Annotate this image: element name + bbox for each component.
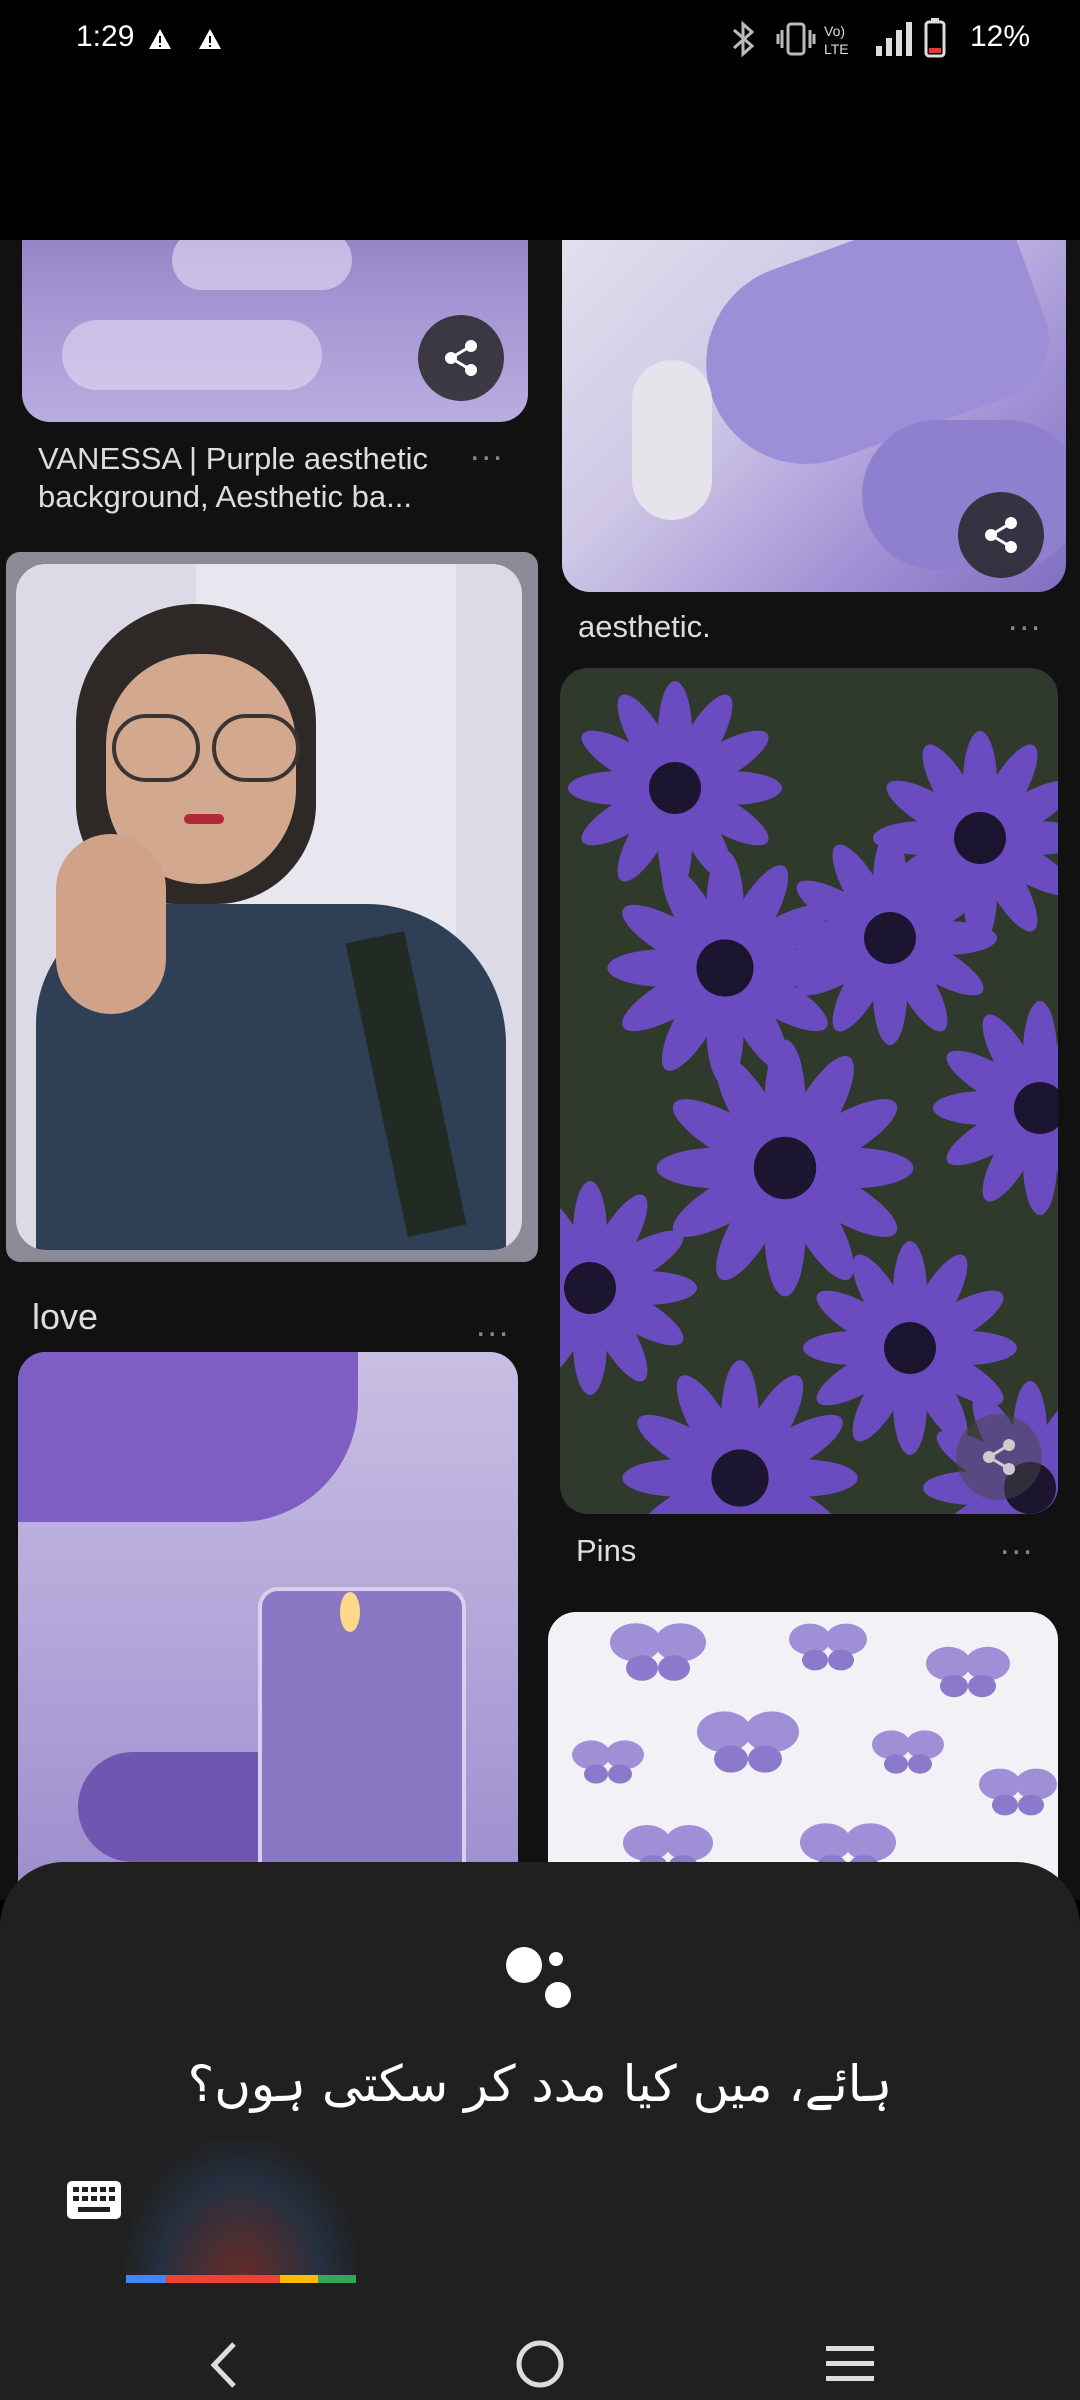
assistant-bar-yellow <box>280 2275 318 2283</box>
daisies-artwork <box>560 681 1058 1514</box>
assistant-prompt: ہائے، میں کیا مدد کر سکتی ہوں؟ <box>187 2055 893 2113</box>
pin-image-candle[interactable] <box>18 1352 518 1900</box>
share-button[interactable] <box>956 1414 1042 1500</box>
assistant-glow <box>126 2140 356 2280</box>
more-options-button[interactable]: ... <box>1008 600 1042 639</box>
warning-icon <box>199 29 221 49</box>
pin-title[interactable]: love <box>32 1298 98 1336</box>
assistant-bar-green <box>318 2275 356 2283</box>
pin-image-clouds[interactable] <box>22 240 528 422</box>
more-options-button[interactable]: ... <box>1000 1524 1034 1563</box>
volte-icon: Vo) LTE <box>824 23 849 57</box>
more-options-button[interactable]: ... <box>476 1306 510 1345</box>
battery-icon <box>924 18 946 58</box>
share-button[interactable] <box>418 315 504 401</box>
pin-image-portrait[interactable] <box>6 552 538 1262</box>
pin-title[interactable]: VANESSA | Purple aesthetic background, A… <box>38 440 478 516</box>
more-options-button[interactable]: ... <box>470 430 504 469</box>
pin-title[interactable]: Pins <box>576 1532 636 1570</box>
bluetooth-icon <box>733 20 755 58</box>
pin-image-shoes[interactable] <box>562 240 1066 592</box>
recents-icon[interactable] <box>824 2344 876 2384</box>
battery-percent: 12% <box>969 20 1030 53</box>
signal-icon <box>876 22 912 56</box>
assistant-bar-red <box>166 2275 280 2283</box>
svg-text:Vo): Vo) <box>824 23 845 39</box>
share-icon <box>985 517 1017 553</box>
assistant-bar-blue <box>126 2275 166 2283</box>
pin-image-butterflies[interactable] <box>548 1612 1058 1900</box>
share-button[interactable] <box>958 492 1044 578</box>
back-icon[interactable] <box>206 2340 242 2390</box>
warning-icon <box>149 29 171 49</box>
navigation-bar <box>0 2300 1080 2400</box>
home-icon[interactable] <box>514 2338 566 2390</box>
share-icon <box>445 340 477 376</box>
keyboard-icon[interactable] <box>66 2180 122 2220</box>
svg-text:LTE: LTE <box>824 41 849 57</box>
status-bar: 1:29 Vo) LTE 12% <box>0 0 1080 80</box>
assistant-icon <box>506 1947 571 2008</box>
pin-feed[interactable]: VANESSA | Purple aesthetic background, A… <box>0 240 1080 1900</box>
butterflies-artwork <box>572 1623 1057 1881</box>
pin-image-daisies[interactable] <box>560 668 1058 1514</box>
status-time: 1:29 <box>76 20 135 53</box>
pin-title[interactable]: aesthetic. <box>578 608 711 646</box>
vibrate-icon <box>776 22 816 56</box>
share-icon <box>983 1439 1015 1475</box>
